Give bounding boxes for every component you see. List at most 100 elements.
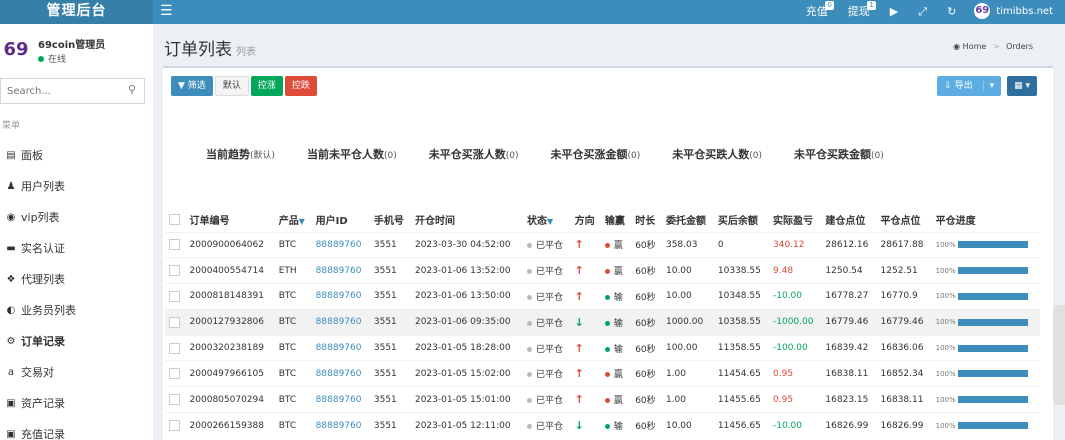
table-row[interactable]: 2000818148391 BTC 88889760 3551 2023-01-06 1… (165, 283, 1040, 310)
amount: 10.00 (661, 257, 714, 284)
sidebar-item-orders[interactable]: ⚙ 订单记录 (0, 326, 153, 357)
result-dot-icon (604, 424, 610, 430)
product: BTC (274, 231, 312, 258)
row-checkbox[interactable] (169, 394, 180, 406)
user-id-link[interactable]: 88889760 (311, 283, 370, 310)
row-checkbox[interactable] (169, 265, 180, 277)
sidebar-item-recharge[interactable]: ▣ 充值记录 (0, 419, 153, 440)
col-close-price[interactable]: 平仓点位 (877, 208, 932, 232)
col-amount[interactable]: 委托金额 (662, 208, 714, 232)
col-status[interactable]: 状态▼ (523, 208, 571, 232)
sidebar-item-pairs[interactable]: a 交易对 (0, 357, 153, 388)
side-widget[interactable] (1053, 305, 1065, 405)
play-icon[interactable]: ▶ (880, 0, 908, 24)
table-row[interactable]: 2000266159388 BTC 88889760 3551 2023-01-05 1… (165, 412, 1040, 439)
breadcrumb-home[interactable]: Home (963, 42, 987, 51)
control-down-button[interactable]: 控跌 (284, 76, 317, 96)
table-row[interactable]: 2000127932806 BTC 88889760 3551 2023-01-06 0… (165, 308, 1040, 336)
default-button[interactable]: 默认 (214, 76, 249, 96)
user-id-link[interactable]: 88889760 (311, 231, 370, 258)
brand-logo[interactable]: 管理后台 (0, 0, 153, 24)
user-id-link[interactable]: 88889760 (311, 257, 370, 284)
result-dot-icon (604, 269, 610, 275)
sidebar-toggle-icon[interactable]: ☰ (160, 1, 173, 21)
stat-label: 未平仓买跌金额 (794, 148, 872, 161)
filter-icon[interactable]: ▼ (547, 217, 553, 226)
status-dot-icon (527, 320, 533, 326)
control-up-button[interactable]: 控涨 (250, 76, 283, 96)
progress-bar (957, 396, 1028, 404)
order-id: 2000805070294 (185, 386, 275, 413)
row-checkbox[interactable] (169, 420, 180, 432)
col-balance[interactable]: 买后余额 (714, 208, 769, 232)
user-id-link[interactable]: 88889760 (311, 412, 370, 439)
col-pnl[interactable]: 实际盈亏 (769, 208, 821, 232)
progress-bar (957, 318, 1028, 326)
order-id: 2000127932806 (185, 308, 275, 336)
sidebar-item-salesmen[interactable]: ◐ 业务员列表 (0, 295, 153, 326)
progress-cell: 100% (931, 231, 1040, 258)
col-phone[interactable]: 手机号 (370, 208, 411, 232)
direction: ↑ (570, 283, 601, 310)
table-row[interactable]: 2000805070294 BTC 88889760 3551 2023-01-05 1… (165, 386, 1040, 413)
product: BTC (274, 308, 312, 336)
columns-button[interactable]: ▦ ▾ (1007, 76, 1037, 96)
close-price: 28617.88 (876, 231, 932, 258)
stat-buy-up-users: 未平仓买涨人数(0) (429, 146, 519, 162)
sidebar-item-assets[interactable]: ▣ 资产记录 (0, 388, 153, 419)
amount: 10.00 (661, 412, 714, 439)
withdraw-link[interactable]: 提现 1 (838, 0, 880, 24)
export-button[interactable]: ⇩ 导出 ▾ (937, 76, 1002, 96)
sidebar-item-users[interactable]: ♟ 用户列表 (0, 171, 153, 202)
sidebar-item-verification[interactable]: ▬ 实名认证 (0, 233, 153, 264)
table-row[interactable]: 2000497966105 BTC 88889760 3551 2023-01-05 1… (165, 360, 1040, 387)
row-checkbox[interactable] (169, 239, 180, 251)
chevron-down-icon[interactable]: ▾ (982, 81, 995, 91)
recharge-link[interactable]: 充值 0 (796, 0, 838, 24)
status: 已平仓 (523, 412, 571, 439)
user-avatar-icon: 69 (974, 3, 991, 19)
col-progress[interactable]: 平仓进度 (932, 208, 1040, 232)
progress-bar-fill (957, 396, 1028, 404)
col-result[interactable]: 输赢 (601, 208, 631, 232)
sidebar-item-agents[interactable]: ❖ 代理列表 (0, 264, 153, 295)
user-menu[interactable]: 69 timibbs.net (966, 0, 1065, 24)
col-direction[interactable]: 方向 (571, 208, 601, 232)
user-id-link[interactable]: 88889760 (311, 308, 370, 336)
table-row[interactable]: 2000900064062 BTC 88889760 3551 2023-03-30 0… (165, 231, 1040, 258)
refresh-icon[interactable]: ↻ (937, 0, 966, 24)
user-id-link[interactable]: 88889760 (311, 360, 370, 387)
result-text: 输 (613, 318, 623, 329)
user-id-link[interactable]: 88889760 (311, 334, 370, 361)
col-duration[interactable]: 时长 (631, 208, 662, 232)
stat-buy-down-amount: 未平仓买跌金额(0) (794, 146, 884, 162)
table-row[interactable]: 2000320238189 BTC 88889760 3551 2023-01-05 1… (165, 334, 1040, 361)
dashboard-icon: ◉ (953, 42, 961, 51)
row-checkbox[interactable] (169, 316, 180, 328)
open-price: 16838.11 (821, 360, 877, 387)
balance: 11455.65 (713, 386, 769, 413)
col-product[interactable]: 产品▼ (275, 208, 312, 232)
user-id-link[interactable]: 88889760 (311, 386, 370, 413)
result: 输 (600, 334, 632, 361)
duration: 60秒 (631, 412, 662, 439)
col-user-id[interactable]: 用户ID (312, 208, 370, 232)
select-all-checkbox[interactable] (169, 214, 180, 225)
row-checkbox[interactable] (169, 342, 180, 354)
sidebar-item-vip[interactable]: ◉ vip列表 (0, 202, 153, 233)
search-icon[interactable]: ⚲ (128, 83, 136, 96)
sidebar-item-dashboard[interactable]: ▤ 面板 (0, 140, 153, 171)
fullscreen-icon[interactable]: ⤢ (908, 0, 937, 24)
row-checkbox[interactable] (169, 368, 180, 380)
table-row[interactable]: 2000400554714 ETH 88889760 3551 2023-01-06 1… (165, 257, 1040, 284)
filter-button[interactable]: ▼ 筛选 (171, 76, 213, 96)
search-input[interactable] (1, 79, 121, 103)
row-checkbox[interactable] (169, 290, 180, 302)
filter-icon[interactable]: ▼ (299, 217, 305, 226)
col-open-price[interactable]: 建仓点位 (821, 208, 876, 232)
progress: 100% (936, 267, 1028, 275)
col-order-id[interactable]: 订单编号 (186, 208, 275, 232)
duration: 60秒 (631, 231, 662, 258)
amazon-icon: a (7, 367, 15, 378)
col-open-time[interactable]: 开仓时间 (411, 208, 523, 232)
